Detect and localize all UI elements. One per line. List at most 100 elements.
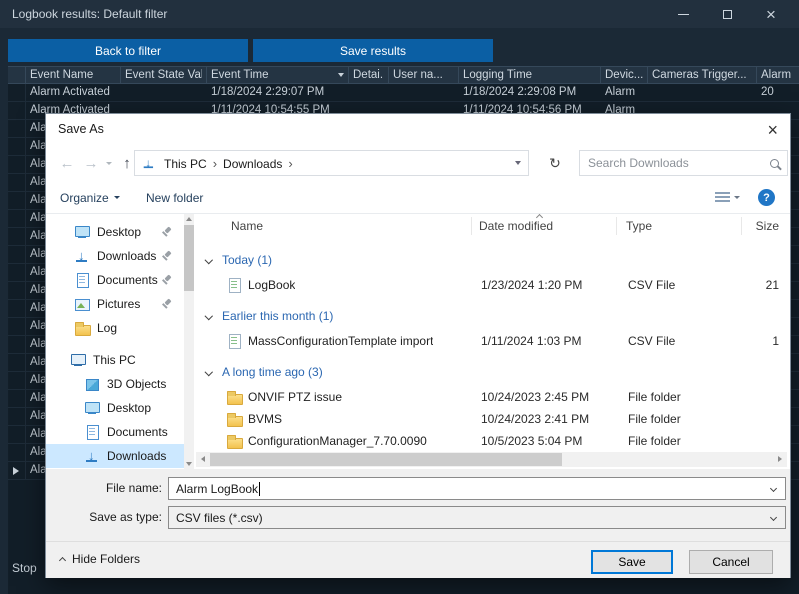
- screen: Logbook results: Default filter Back to …: [0, 0, 799, 594]
- save-results-button[interactable]: Save results: [253, 39, 493, 62]
- horizontal-scrollbar[interactable]: [196, 452, 787, 467]
- maximize-glyph: [722, 9, 732, 19]
- organize-button[interactable]: Organize: [60, 182, 120, 213]
- recent-locations-chevron-icon[interactable]: [106, 162, 112, 165]
- sidebar-item-3d-objects[interactable]: 3D Objects: [46, 372, 184, 396]
- sidebar-item-documents[interactable]: Documents: [46, 268, 184, 292]
- file-row[interactable]: LogBook 1/23/2024 1:20 PM CSV File 21: [196, 274, 789, 296]
- address-dropdown-icon[interactable]: [515, 161, 521, 165]
- file-name-dropdown-icon[interactable]: [769, 484, 778, 493]
- back-to-filter-button[interactable]: Back to filter: [8, 39, 248, 62]
- row-gutter: [8, 426, 26, 443]
- cell: [121, 84, 207, 101]
- group-label: A long time ago (3): [222, 365, 323, 379]
- change-view-button[interactable]: [715, 182, 740, 213]
- list-group-header[interactable]: Earlier this month (1): [196, 304, 789, 330]
- row-gutter: [8, 264, 26, 281]
- scroll-down-icon[interactable]: [186, 462, 192, 466]
- document-icon: [74, 272, 90, 288]
- forward-icon[interactable]: [80, 144, 102, 182]
- list-group-header[interactable]: A long time ago (3): [196, 360, 789, 386]
- logbook-row[interactable]: Alarm Activated 1/18/2024 2:29:07 PM 1/18/…: [8, 84, 799, 102]
- column-header-label: Alarm: [761, 69, 792, 81]
- file-name: ConfigurationManager_7.70.0090: [248, 434, 427, 448]
- sidebar-item-documents[interactable]: Documents: [46, 420, 184, 444]
- sidebar-item-downloads[interactable]: Downloads: [46, 244, 184, 268]
- file-date-modified: 1/11/2024 1:03 PM: [481, 334, 582, 348]
- sidebar-item-label: Downloads: [107, 449, 167, 463]
- save-as-type-dropdown-icon[interactable]: [769, 513, 778, 522]
- file-size: 21: [765, 278, 779, 292]
- file-name-value: Alarm LogBook: [176, 481, 259, 496]
- list-group-header[interactable]: Today (1): [196, 248, 789, 274]
- organize-label: Organize: [60, 190, 109, 205]
- dialog-titlebar[interactable]: Save As: [46, 114, 790, 144]
- file-type: File folder: [628, 434, 681, 448]
- hide-folders-label: Hide Folders: [72, 552, 141, 566]
- list-column-header-type[interactable]: Type: [626, 219, 652, 233]
- minimize-icon[interactable]: [661, 0, 705, 28]
- breadcrumb-separator-icon[interactable]: [288, 156, 292, 171]
- new-folder-button[interactable]: New folder: [146, 182, 203, 213]
- file-row[interactable]: ConfigurationManager_7.70.0090 10/5/2023 …: [196, 430, 789, 452]
- sidebar-item-pictures[interactable]: Pictures: [46, 292, 184, 316]
- sidebar-scrollbar[interactable]: [184, 214, 194, 469]
- column-header[interactable]: Devic...: [601, 67, 648, 83]
- save-as-type-row: Save as type: CSV files (*.csv): [46, 506, 790, 529]
- column-header[interactable]: Detai...: [349, 67, 389, 83]
- downloads-icon: [74, 248, 90, 264]
- save-button[interactable]: Save: [591, 550, 673, 574]
- search-input[interactable]: [588, 156, 764, 170]
- sidebar-item-desktop[interactable]: Desktop: [46, 396, 184, 420]
- file-row[interactable]: MassConfigurationTemplate import 1/11/202…: [196, 330, 789, 352]
- breadcrumb-item[interactable]: Downloads: [217, 157, 288, 171]
- address-bar[interactable]: This PC Downloads: [134, 150, 529, 176]
- column-header[interactable]: Event Time: [207, 67, 349, 83]
- sidebar-item-downloads[interactable]: Downloads: [46, 444, 184, 468]
- file-name-input[interactable]: Alarm LogBook: [168, 477, 786, 500]
- scroll-right-icon[interactable]: [778, 456, 782, 462]
- save-as-type-label: Save as type:: [89, 510, 162, 524]
- row-gutter: [8, 210, 26, 227]
- list-column-header-date-modified[interactable]: Date modified: [479, 219, 553, 233]
- sidebar-item-desktop[interactable]: Desktop: [46, 220, 184, 244]
- list-column-header-name[interactable]: Name: [231, 219, 263, 233]
- save-as-type-select[interactable]: CSV files (*.csv): [168, 506, 786, 529]
- dialog-close-icon[interactable]: [767, 120, 778, 141]
- horizontal-scrollbar-thumb[interactable]: [210, 453, 562, 466]
- maximize-icon[interactable]: [705, 0, 749, 28]
- chevron-down-icon: [204, 367, 213, 376]
- column-header[interactable]: Cameras Trigger...: [648, 67, 757, 83]
- cancel-button[interactable]: Cancel: [689, 550, 773, 574]
- sidebar-item-log[interactable]: Log: [46, 316, 184, 340]
- search-box[interactable]: [579, 150, 788, 176]
- refresh-icon[interactable]: [542, 150, 568, 176]
- scroll-up-icon[interactable]: [186, 217, 192, 221]
- hide-folders-button[interactable]: Hide Folders: [58, 552, 141, 566]
- close-icon[interactable]: [749, 0, 793, 28]
- help-icon[interactable]: [758, 189, 775, 206]
- document-icon: [84, 424, 100, 440]
- list-column-header-size[interactable]: Size: [709, 219, 779, 233]
- sidebar-item-label: Pictures: [97, 297, 141, 311]
- dialog-command-bar: Organize New folder: [46, 182, 790, 214]
- file-row[interactable]: ONVIF PTZ issue 10/24/2023 2:45 PM File fo…: [196, 386, 789, 408]
- column-header-label: User na...: [393, 69, 443, 81]
- sidebar-scrollbar-thumb[interactable]: [184, 225, 194, 291]
- list-view-icon: [715, 191, 730, 204]
- csv-file-icon: [226, 277, 242, 293]
- folder-icon: [226, 433, 243, 449]
- breadcrumb-item[interactable]: This PC: [158, 157, 213, 171]
- column-header[interactable]: User na...: [389, 67, 459, 83]
- sidebar-item-this-pc[interactable]: This PC: [46, 348, 184, 372]
- column-header[interactable]: Logging Time: [459, 67, 601, 83]
- back-icon[interactable]: [56, 144, 78, 182]
- column-header[interactable]: Event Name: [26, 67, 121, 83]
- scroll-left-icon[interactable]: [201, 456, 205, 462]
- file-row[interactable]: BVMS 10/24/2023 2:41 PM File folder: [196, 408, 789, 430]
- column-header[interactable]: Event State Val..: [121, 67, 207, 83]
- file-list: Name Date modified Type Size Today (1) LogBo…: [196, 214, 789, 452]
- row-gutter: [8, 192, 26, 209]
- app-titlebar[interactable]: Logbook results: Default filter: [0, 0, 799, 28]
- column-header[interactable]: Alarm: [757, 67, 799, 83]
